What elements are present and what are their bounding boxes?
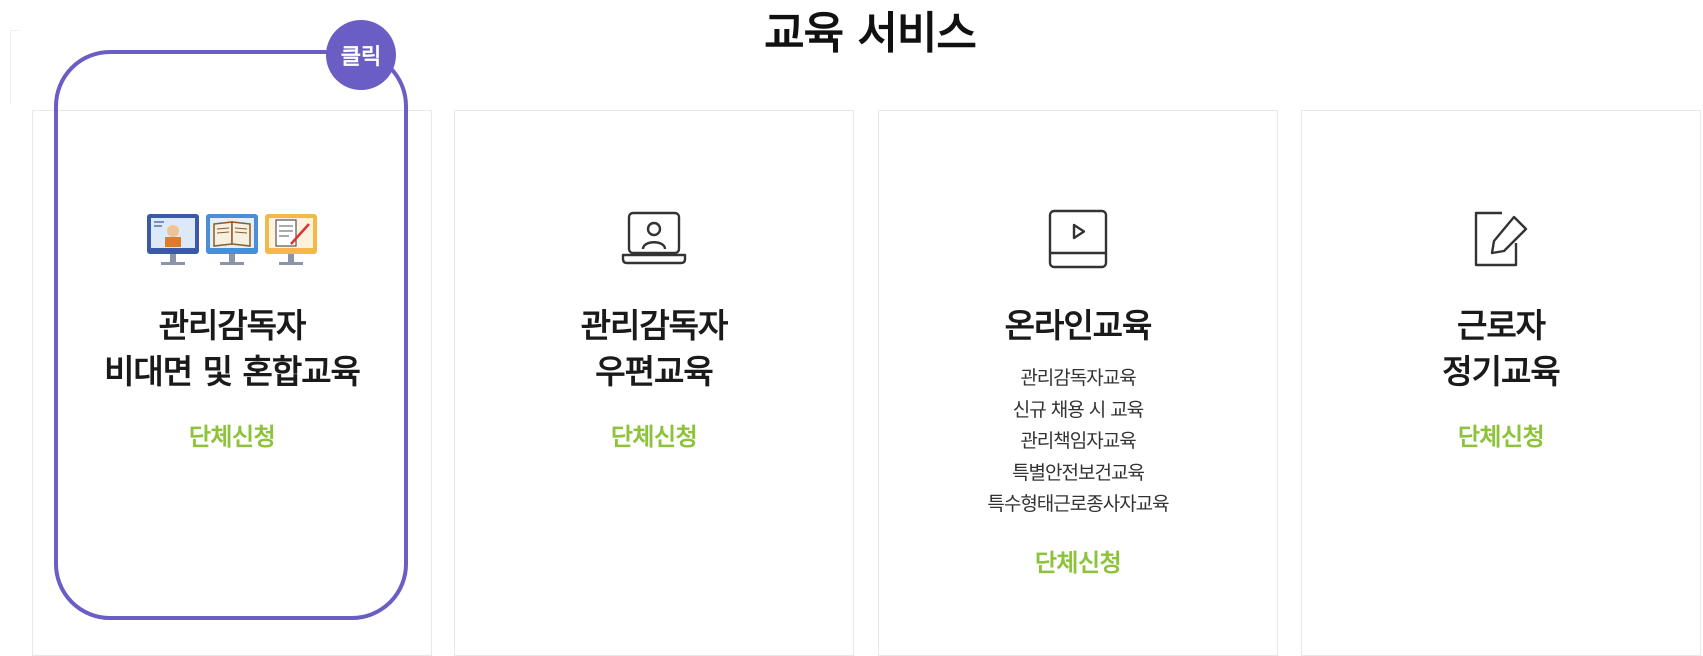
group-apply-link[interactable]: 단체신청 <box>33 417 431 452</box>
list-item: 관리감독자교육 <box>1020 367 1136 389</box>
video-play-icon <box>879 203 1277 275</box>
service-card-postal[interactable]: 관리감독자 우편교육 단체신청 <box>454 110 854 656</box>
service-card-online[interactable]: 온라인교육 관리감독자교육 신규 채용 시 교육 관리책임자교육 특별안전보건교… <box>878 110 1278 656</box>
list-item: 관리책임자교육 <box>1020 430 1136 452</box>
edit-note-icon <box>1302 203 1700 275</box>
laptop-user-icon <box>455 203 853 275</box>
card-title-line: 근로자 <box>1456 306 1546 345</box>
list-item: 신규 채용 시 교육 <box>1012 398 1144 421</box>
click-badge[interactable]: 클릭 <box>326 20 396 90</box>
group-apply-link[interactable]: 단체신청 <box>879 543 1277 578</box>
page-title: 교육 서비스 <box>764 8 977 59</box>
card-title-line: 관리감독자 <box>580 306 729 345</box>
card-title: 관리감독자 비대면 및 혼합교육 <box>33 303 431 395</box>
service-card-worker-regular[interactable]: 근로자 정기교육 단체신청 <box>1301 110 1701 656</box>
card-title-line: 비대면 및 혼합교육 <box>104 352 361 391</box>
list-item: 특수형태근로종사자교육 <box>987 493 1169 515</box>
card-title-line: 관리감독자 <box>158 306 307 345</box>
list-item: 특별안전보건교육 <box>1012 461 1145 484</box>
card-title-line: 우편교육 <box>595 352 713 391</box>
card-title-line: 정기교육 <box>1442 352 1560 391</box>
card-title: 온라인교육 <box>879 303 1277 349</box>
group-apply-link[interactable]: 단체신청 <box>455 417 853 452</box>
monitors-illustration-icon <box>33 203 431 275</box>
group-apply-link[interactable]: 단체신청 <box>1302 417 1700 452</box>
course-list: 관리감독자교육 신규 채용 시 교육 관리책임자교육 특별안전보건교육 특수형태… <box>879 363 1277 521</box>
decorative-corner <box>10 30 19 105</box>
service-card-remote-blended[interactable]: 관리감독자 비대면 및 혼합교육 단체신청 <box>32 110 432 656</box>
card-title: 관리감독자 우편교육 <box>455 303 853 395</box>
card-title-line: 온라인교육 <box>1004 306 1153 345</box>
card-title: 근로자 정기교육 <box>1302 303 1700 395</box>
